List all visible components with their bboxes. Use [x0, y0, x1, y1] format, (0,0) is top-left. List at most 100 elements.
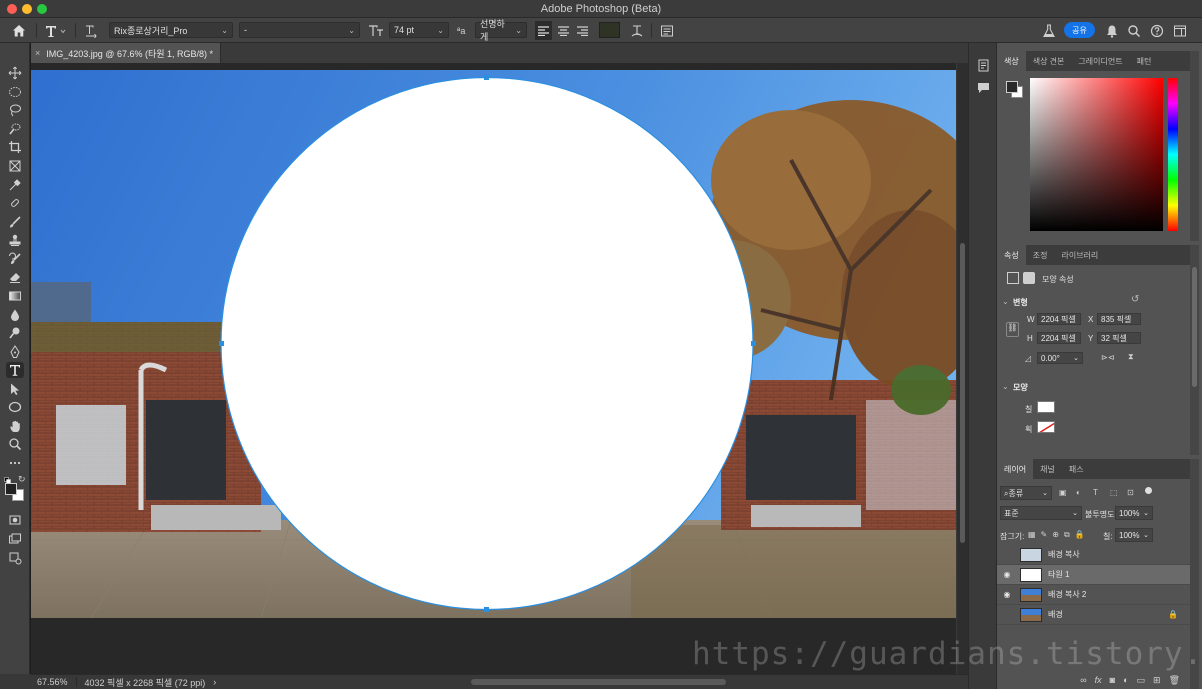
properties-scrollbar[interactable]: [1190, 245, 1199, 455]
delete-layer-icon[interactable]: 🗑: [1169, 675, 1180, 686]
layer-row[interactable]: 배경 복사: [997, 545, 1190, 565]
workspace-icon[interactable]: [1173, 21, 1187, 40]
tab-paths[interactable]: 패스: [1062, 459, 1091, 479]
character-panel-icon[interactable]: [660, 21, 674, 40]
type-tool-icon[interactable]: [6, 362, 24, 378]
align-left-button[interactable]: [535, 21, 552, 40]
share-button[interactable]: 공유: [1064, 22, 1095, 38]
pen-tool-icon[interactable]: [6, 344, 24, 360]
ellipse-tool-icon[interactable]: [6, 399, 24, 415]
filter-smart-object-icon[interactable]: ⊡: [1127, 488, 1134, 497]
status-menu-arrow[interactable]: ›: [213, 677, 216, 687]
tab-channels[interactable]: 채널: [1033, 459, 1062, 479]
quick-mask-icon[interactable]: [6, 512, 24, 528]
flip-vertical-icon[interactable]: ⧗: [1128, 352, 1134, 362]
search-icon[interactable]: [1127, 21, 1141, 40]
vertical-scrollbar[interactable]: [956, 63, 968, 674]
link-icon[interactable]: ⛓: [1006, 322, 1019, 337]
layer-row[interactable]: 배경 🔒: [997, 605, 1190, 625]
filter-type-icon[interactable]: T: [1093, 488, 1098, 497]
default-colors-icon[interactable]: [4, 475, 11, 484]
document-tab[interactable]: × IMG_4203.jpg @ 67.6% (타원 1, RGB/8) *: [31, 43, 221, 63]
fill-color-swatch[interactable]: [1037, 401, 1055, 413]
tab-layers[interactable]: 레이어: [997, 459, 1034, 479]
document-canvas[interactable]: [31, 70, 956, 618]
close-document-icon[interactable]: ×: [35, 48, 40, 58]
filter-shape-icon[interactable]: ⬚: [1110, 488, 1118, 497]
eraser-tool-icon[interactable]: [6, 269, 24, 285]
new-adjustment-icon[interactable]: ◐: [1123, 675, 1128, 685]
stroke-none-swatch[interactable]: [1037, 421, 1055, 433]
brush-tool-icon[interactable]: [6, 214, 24, 230]
healing-brush-tool-icon[interactable]: [6, 195, 24, 211]
eye-icon[interactable]: ◉: [999, 570, 1015, 579]
add-mask-icon[interactable]: ◙: [1110, 675, 1115, 685]
antialias-select[interactable]: 선명하게 ⌄: [475, 19, 527, 42]
y-field[interactable]: 32 픽셀: [1097, 332, 1141, 344]
zoom-level[interactable]: 67.56%: [31, 677, 77, 687]
screen-mode-icon[interactable]: [6, 531, 24, 547]
height-field[interactable]: 2204 픽셀: [1037, 332, 1081, 344]
font-size-select[interactable]: 74 pt ⌄: [389, 22, 449, 38]
tab-properties[interactable]: 속성: [997, 245, 1026, 265]
scroll-thumb[interactable]: [960, 243, 965, 543]
opacity-field[interactable]: 100% ⌄: [1115, 506, 1153, 520]
flip-horizontal-icon[interactable]: ⊳⊲: [1101, 353, 1114, 362]
hue-slider[interactable]: [1168, 78, 1178, 231]
tab-libraries[interactable]: 라이브러리: [1054, 245, 1105, 265]
home-icon[interactable]: [12, 21, 30, 40]
layer-row[interactable]: ◉ 타원 1: [997, 565, 1190, 585]
color-panel-scrollbar[interactable]: [1190, 51, 1199, 241]
hand-tool-icon[interactable]: [6, 418, 24, 434]
width-field[interactable]: 2204 픽셀: [1037, 313, 1081, 325]
lock-options-icons[interactable]: ▦✎⊕⧉🔒: [1028, 530, 1090, 540]
history-icon[interactable]: [976, 58, 991, 73]
font-style-select[interactable]: - ⌄: [239, 22, 360, 38]
text-color-swatch[interactable]: [599, 22, 620, 38]
history-brush-tool-icon[interactable]: [6, 251, 24, 267]
dodge-tool-icon[interactable]: [6, 325, 24, 341]
warp-text-icon[interactable]: [630, 21, 644, 40]
quick-selection-tool-icon[interactable]: [6, 121, 24, 137]
frame-tool-icon[interactable]: [6, 158, 24, 174]
link-layers-icon[interactable]: ∞: [1080, 675, 1086, 685]
reset-icon[interactable]: ↺: [1131, 294, 1139, 305]
filter-adjustment-icon[interactable]: ◐: [1076, 488, 1081, 497]
angle-field[interactable]: 0.00° ⌄: [1037, 352, 1083, 364]
beaker-icon[interactable]: [1042, 21, 1056, 40]
comments-icon[interactable]: [976, 80, 991, 95]
help-icon[interactable]: [1150, 21, 1164, 40]
chevron-down-icon[interactable]: ⌄: [1002, 297, 1009, 306]
font-family-select[interactable]: Rix종로상거리_Pro ⌄: [109, 22, 233, 38]
blend-mode-select[interactable]: 표준 ⌄: [1000, 506, 1082, 520]
move-tool-icon[interactable]: [6, 65, 24, 81]
fill-opacity-field[interactable]: 100% ⌄: [1115, 528, 1153, 542]
horizontal-scroll-thumb[interactable]: [471, 679, 726, 685]
tab-gradients[interactable]: 그레이디언트: [1071, 51, 1129, 71]
crop-tool-icon[interactable]: [6, 139, 24, 155]
swap-colors-icon[interactable]: ↻: [18, 475, 27, 484]
path-selection-tool-icon[interactable]: [6, 381, 24, 397]
filter-pixel-icon[interactable]: ▣: [1059, 488, 1067, 497]
eyedropper-tool-icon[interactable]: [6, 177, 24, 193]
x-field[interactable]: 835 픽셀: [1097, 313, 1141, 325]
tab-color[interactable]: 색상: [997, 51, 1026, 71]
gradient-tool-icon[interactable]: [6, 288, 24, 304]
zoom-tool-icon[interactable]: [6, 436, 24, 452]
clone-stamp-tool-icon[interactable]: [6, 232, 24, 248]
foreground-color-swatch[interactable]: [5, 483, 17, 495]
align-center-button[interactable]: [555, 21, 572, 40]
layer-filter-select[interactable]: ⌕종류 ⌄: [1000, 486, 1052, 500]
blur-tool-icon[interactable]: [6, 307, 24, 323]
layer-row[interactable]: ◉ 배경 복사 2: [997, 585, 1190, 605]
lasso-tool-icon[interactable]: [6, 102, 24, 118]
tab-adjustments[interactable]: 조정: [1026, 245, 1055, 265]
tab-patterns[interactable]: 패턴: [1130, 51, 1159, 71]
filter-toggle-icon[interactable]: [1145, 487, 1152, 494]
color-panel-swatches[interactable]: [1005, 80, 1025, 100]
marquee-tool-icon[interactable]: [6, 84, 24, 100]
layer-style-icon[interactable]: fx: [1095, 675, 1102, 685]
type-tool-preset-button[interactable]: [45, 21, 69, 40]
align-right-button[interactable]: [574, 21, 591, 40]
bell-icon[interactable]: [1105, 21, 1119, 40]
